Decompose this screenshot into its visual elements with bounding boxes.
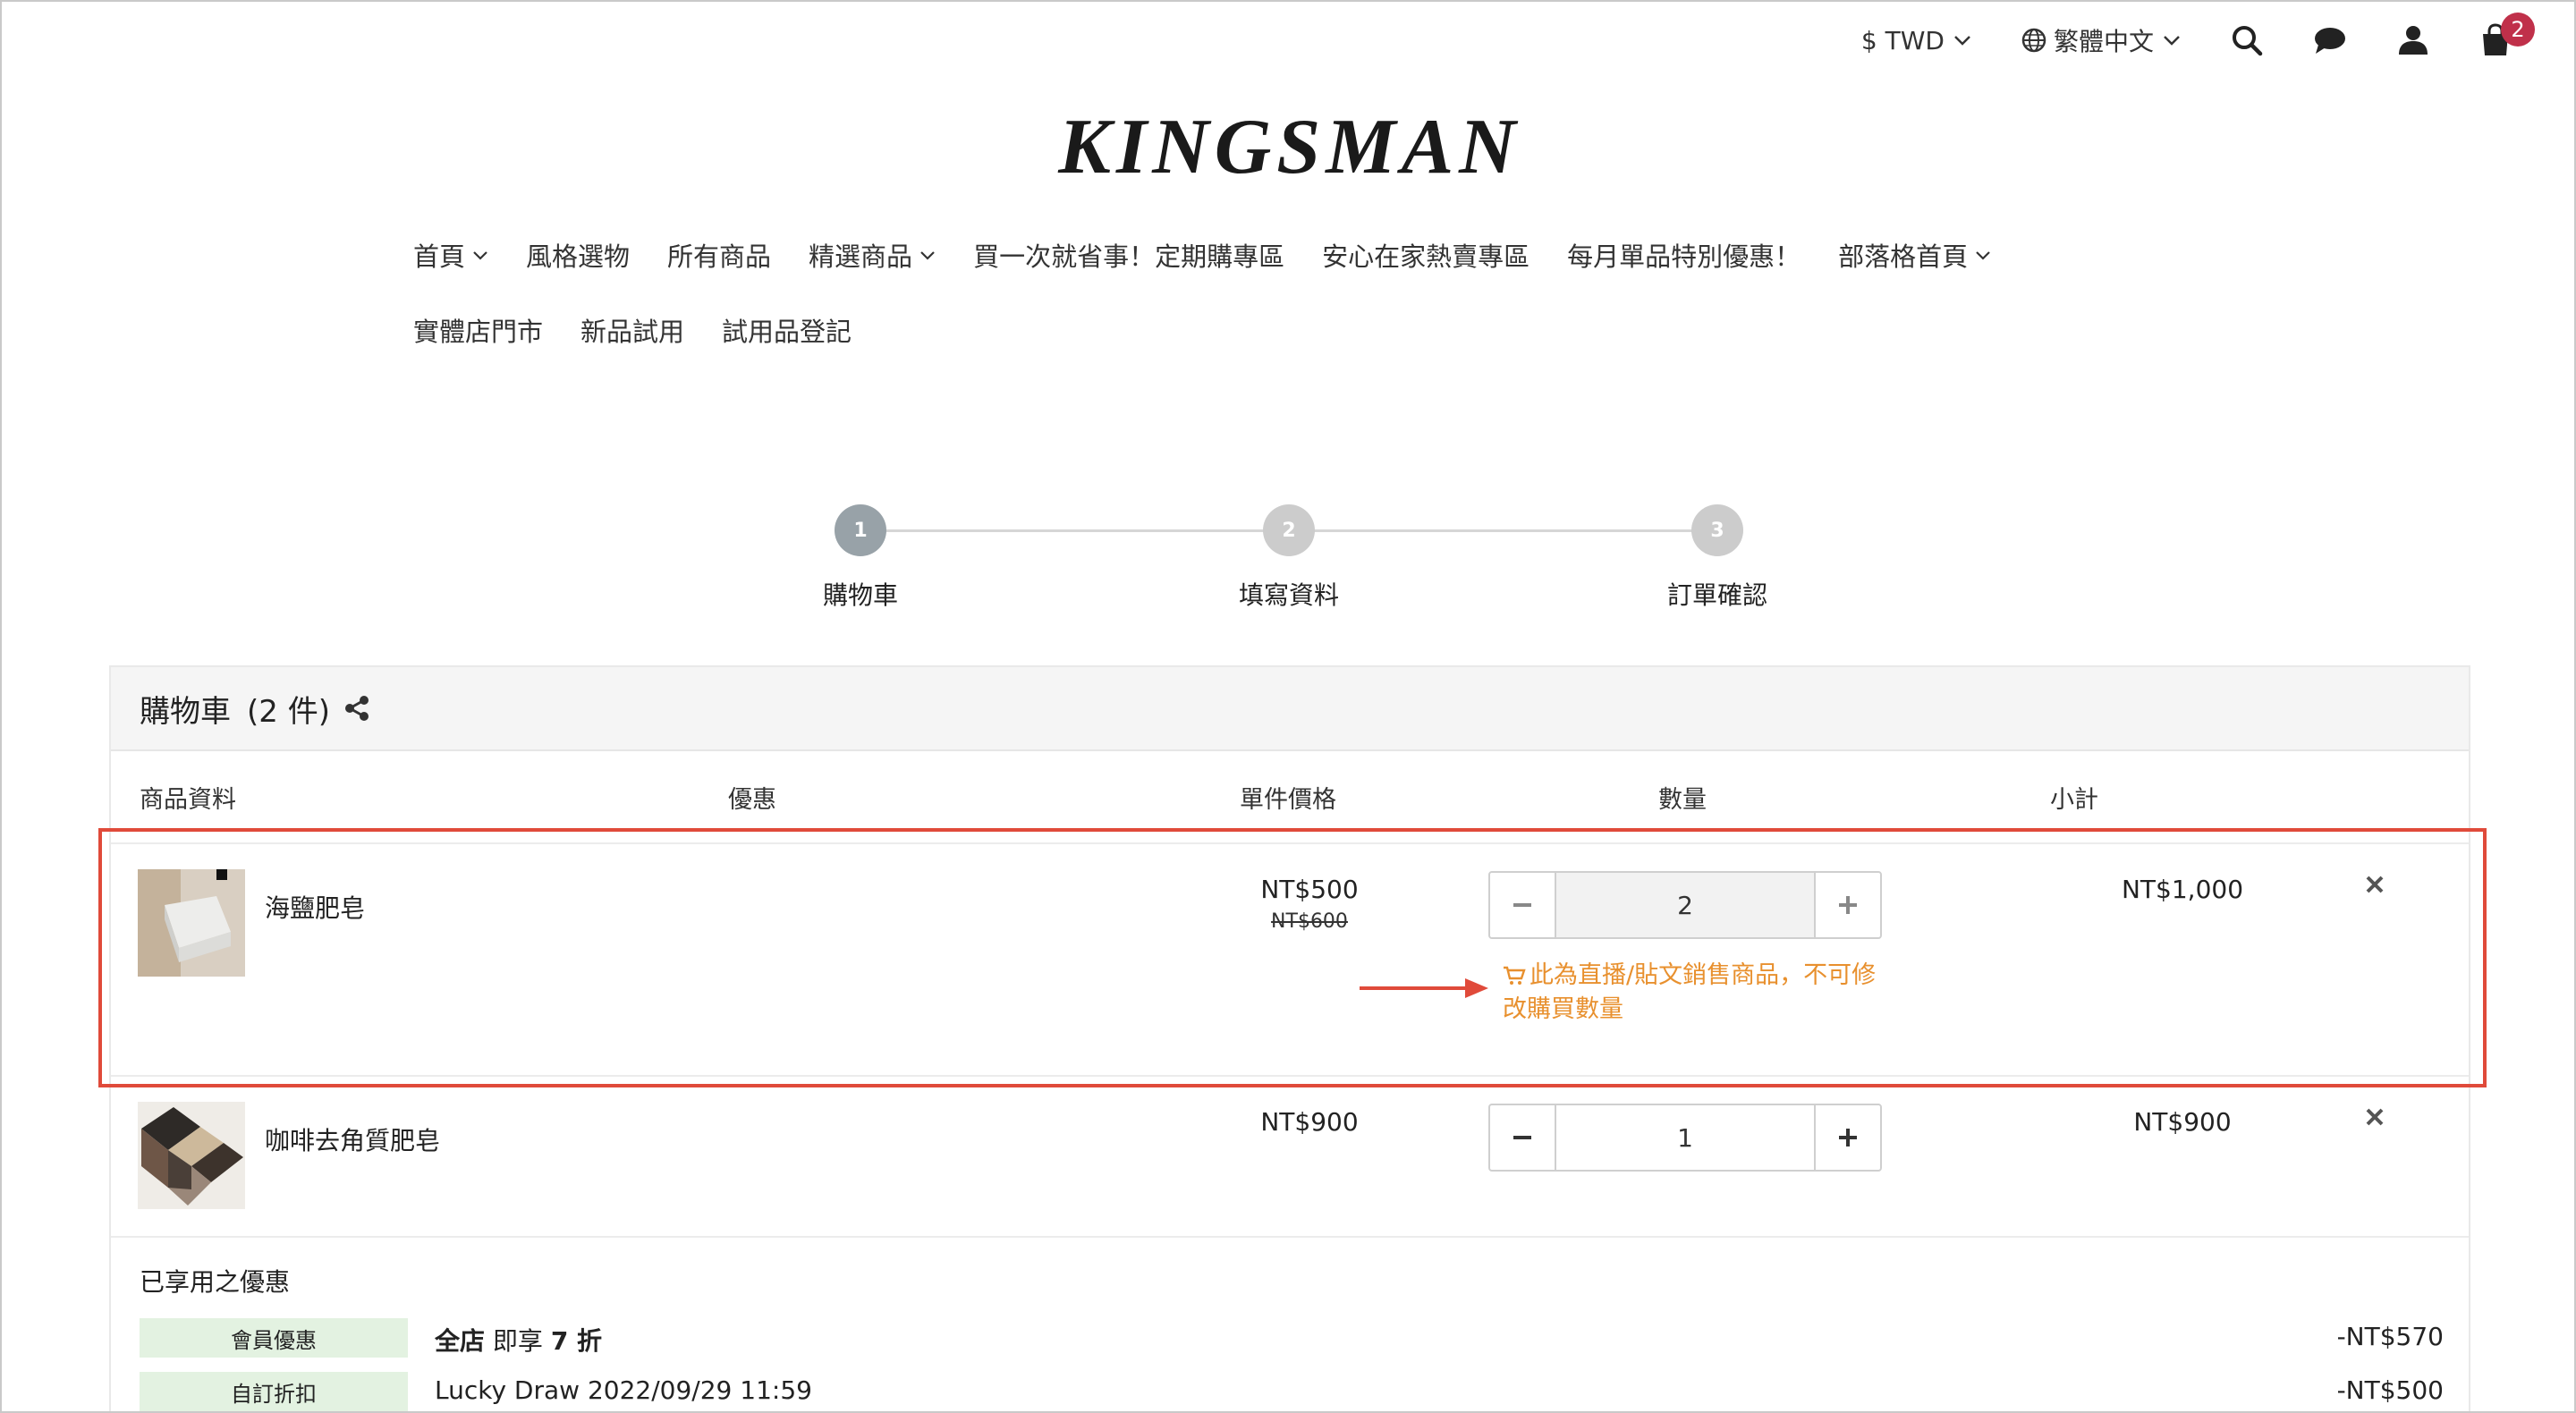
language-label: 繁體中文 [2053, 27, 2154, 56]
product-name[interactable]: 咖啡去角質肥皂 [265, 1121, 440, 1157]
step-2-label: 填寫資料 [1238, 580, 1339, 610]
cart-count-badge: 2 [2501, 13, 2535, 47]
search-button[interactable] [2231, 24, 2263, 56]
nav-label: 風格選物 [526, 241, 631, 272]
plus-icon [1839, 1129, 1857, 1146]
site-logo[interactable]: KINGSMAN [2, 102, 2574, 192]
nav-item-featured[interactable]: 精選商品 [809, 236, 936, 274]
increase-qty-button[interactable] [1816, 1105, 1880, 1170]
arrow-icon [1360, 978, 1488, 998]
nav-label: 精選商品 [809, 241, 913, 272]
nav-item-blog[interactable]: 部落格首頁 [1838, 236, 1991, 274]
minus-icon [1513, 1136, 1531, 1139]
chevron-down-icon [1976, 250, 1990, 260]
quantity-value[interactable]: 1 [1555, 1105, 1816, 1170]
nav-item-all-products[interactable]: 所有商品 [667, 236, 771, 274]
discount-row: 自訂折扣 Lucky Draw 2022/09/29 11:59 -NT$500 [140, 1372, 2444, 1411]
nav-label: 買一次就省事！定期購專區 [973, 241, 1285, 272]
nav-item-stores[interactable]: 實體店門市 [413, 311, 543, 349]
nav-item-sample-signup[interactable]: 試用品登記 [722, 311, 852, 349]
applied-discounts-title: 已享用之優惠 [140, 1267, 291, 1297]
cart-panel-header: 購物車 (2 件) [111, 667, 2469, 751]
cart-button[interactable]: 2 [2479, 13, 2535, 57]
nav-label: 部落格首頁 [1838, 241, 1969, 272]
globe-icon [2021, 28, 2046, 53]
column-header-subtotal: 小計 [2050, 786, 2098, 814]
quantity-stepper[interactable]: 1 [1488, 1104, 1882, 1172]
unit-price: NT$900 [1260, 1107, 1359, 1137]
main-nav-row-2: 實體店門市 新品試用 試用品登記 [413, 311, 2166, 349]
discount-amount: -NT$500 [2336, 1375, 2444, 1405]
chevron-down-icon [473, 250, 487, 260]
nav-label: 首頁 [413, 241, 466, 272]
nav-item-style-picks[interactable]: 風格選物 [526, 236, 630, 274]
discount-tag: 會員優惠 [140, 1318, 408, 1358]
nav-item-home[interactable]: 首頁 [413, 236, 488, 274]
discount-row: 會員優惠 全店 即享 7 折 -NT$570 [140, 1318, 2444, 1358]
product-thumbnail[interactable] [138, 1102, 245, 1209]
account-button[interactable] [2397, 24, 2429, 56]
nav-label: 實體店門市 [413, 317, 544, 347]
share-button[interactable] [343, 694, 371, 723]
discount-description: 全店 即享 7 折 [435, 1322, 602, 1358]
step-1-circle: 1 [835, 504, 886, 556]
chevron-down-icon [1954, 36, 1970, 46]
nav-item-bestsellers[interactable]: 安心在家熱賣專區 [1322, 236, 1530, 274]
step-3-circle: 3 [1691, 504, 1743, 556]
step-3-label: 訂單確認 [1666, 580, 1767, 610]
step-1-label: 購物車 [822, 580, 898, 610]
nav-label: 試用品登記 [722, 317, 852, 347]
column-header-qty: 數量 [1658, 786, 1707, 814]
cart-title: 購物車 [140, 693, 231, 730]
chat-button[interactable] [2313, 25, 2347, 55]
nav-item-new-trial[interactable]: 新品試用 [580, 311, 684, 349]
row-divider [111, 1236, 2469, 1238]
currency-selector[interactable]: $ TWD [1861, 26, 1971, 55]
nav-label: 所有商品 [667, 241, 772, 272]
share-icon [344, 696, 369, 721]
close-icon [2366, 1108, 2384, 1126]
language-selector[interactable]: 繁體中文 [2021, 22, 2181, 58]
column-header-info: 商品資料 [140, 786, 236, 814]
user-icon [2399, 26, 2428, 55]
remove-item-button[interactable] [2360, 1102, 2390, 1132]
discount-description: Lucky Draw 2022/09/29 11:59 [435, 1375, 812, 1405]
nav-label: 新品試用 [580, 317, 685, 347]
discount-tag: 自訂折扣 [140, 1372, 408, 1411]
discount-rate: 7 折 [550, 1326, 603, 1356]
nav-label: 每月單品特別優惠！ [1567, 241, 1801, 272]
nav-item-subscription[interactable]: 買一次就省事！定期購專區 [973, 236, 1284, 274]
item-subtotal: NT$900 [2133, 1107, 2232, 1137]
page: $ TWD 繁體中文 2 KINGSMAN 首頁 風格選物 所有商品 精選商品 … [0, 0, 2576, 1413]
decrease-qty-button[interactable] [1490, 1105, 1555, 1170]
chevron-down-icon [2164, 36, 2180, 46]
cart-item-count: (2 件) [247, 693, 330, 730]
currency-label: $ TWD [1860, 25, 1945, 55]
column-header-discount: 優惠 [728, 786, 776, 814]
chat-icon [2315, 28, 2345, 54]
top-utility-bar: $ TWD 繁體中文 2 [1861, 13, 2535, 63]
nav-item-monthly-deal[interactable]: 每月單品特別優惠！ [1567, 236, 1801, 274]
chevron-down-icon [920, 250, 935, 260]
search-icon [2233, 26, 2263, 56]
main-nav-row-1: 首頁 風格選物 所有商品 精選商品 買一次就省事！定期購專區 安心在家熱賣專區 … [413, 236, 2166, 274]
nav-label: 安心在家熱賣專區 [1322, 241, 1530, 272]
discount-scope: 全店 [435, 1326, 486, 1356]
discount-text: 即享 [485, 1326, 551, 1356]
discount-amount: -NT$570 [2336, 1322, 2444, 1351]
column-header-unit-price: 單件價格 [1240, 786, 1336, 814]
highlight-box [98, 828, 2487, 1087]
step-2-circle: 2 [1263, 504, 1315, 556]
